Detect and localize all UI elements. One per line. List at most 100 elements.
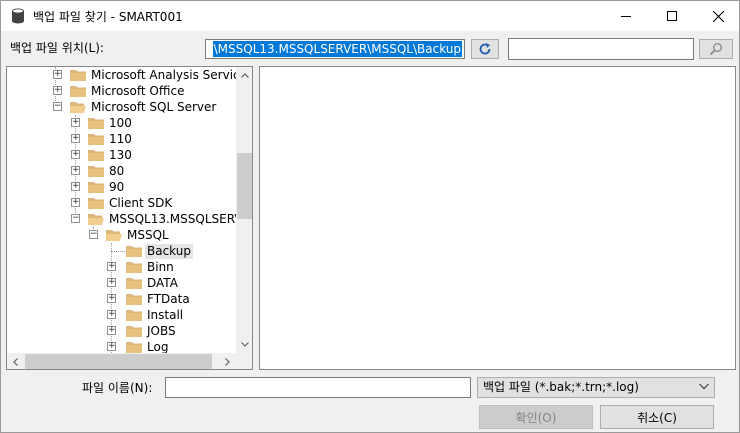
tree-item-label: 90 bbox=[109, 179, 125, 194]
refresh-button[interactable] bbox=[471, 39, 499, 59]
folder-icon bbox=[88, 166, 104, 177]
tree-item-label: MSSQL13.MSSQLSERVER bbox=[109, 211, 253, 226]
tree-item[interactable]: + 110 bbox=[71, 131, 134, 147]
tree-item[interactable]: + 80 bbox=[71, 163, 126, 179]
expand-toggle[interactable]: + bbox=[107, 278, 116, 287]
tree-item[interactable]: + Install bbox=[107, 307, 185, 323]
folder-icon bbox=[126, 246, 142, 257]
folder-tree[interactable]: + Microsoft Analysis Services + Microsof… bbox=[6, 66, 253, 370]
folder-icon bbox=[126, 262, 142, 273]
scroll-down-button[interactable] bbox=[236, 336, 252, 353]
tree-item-label: 110 bbox=[109, 131, 132, 146]
scrollbar-corner bbox=[236, 353, 252, 369]
folder-icon bbox=[126, 294, 142, 305]
tree-item-label: 130 bbox=[109, 147, 132, 162]
folder-icon bbox=[88, 134, 104, 145]
folder-open-icon bbox=[106, 230, 122, 241]
tree-connector bbox=[111, 251, 125, 252]
window-title: 백업 파일 찾기 - SMART001 bbox=[33, 10, 183, 24]
refresh-icon bbox=[479, 43, 491, 55]
tree-item[interactable]: − Microsoft SQL Server bbox=[53, 99, 218, 115]
maximize-icon bbox=[667, 11, 677, 21]
search-icon bbox=[709, 43, 722, 56]
folder-icon bbox=[88, 118, 104, 129]
tree-item[interactable]: − MSSQL13.MSSQLSERVER bbox=[71, 211, 253, 227]
tree-item-selected[interactable]: Backup bbox=[126, 243, 193, 259]
file-list[interactable] bbox=[259, 66, 736, 370]
collapse-toggle[interactable]: − bbox=[89, 230, 98, 239]
scroll-thumb[interactable] bbox=[237, 153, 252, 219]
scroll-left-button[interactable] bbox=[7, 353, 24, 369]
backup-location-value: \MSSQL13.MSSQLSERVER\MSSQL\Backup bbox=[212, 41, 462, 57]
folder-icon bbox=[126, 278, 142, 289]
folder-icon bbox=[126, 342, 142, 353]
expand-toggle[interactable]: + bbox=[53, 70, 62, 79]
tree-item-label: Microsoft Office bbox=[91, 83, 185, 98]
minimize-icon bbox=[621, 16, 631, 17]
tree-item[interactable]: + Client SDK bbox=[71, 195, 174, 211]
search-input[interactable] bbox=[508, 38, 694, 60]
expand-toggle[interactable]: + bbox=[107, 326, 116, 335]
search-button[interactable] bbox=[699, 39, 733, 59]
tree-item-label: FTData bbox=[147, 291, 190, 306]
expand-toggle[interactable]: + bbox=[107, 294, 116, 303]
expand-toggle[interactable]: + bbox=[107, 310, 116, 319]
close-button[interactable] bbox=[695, 1, 740, 31]
expand-toggle[interactable]: + bbox=[107, 342, 116, 351]
expand-toggle[interactable]: + bbox=[53, 86, 62, 95]
expand-toggle[interactable]: + bbox=[71, 198, 80, 207]
chevron-down-icon bbox=[699, 383, 709, 390]
scroll-right-button[interactable] bbox=[219, 353, 236, 369]
minimize-button[interactable] bbox=[603, 1, 649, 31]
chevron-up-icon bbox=[240, 73, 249, 78]
expand-toggle[interactable]: + bbox=[71, 118, 80, 127]
tree-item[interactable]: + 90 bbox=[71, 179, 126, 195]
database-icon bbox=[12, 8, 24, 24]
tree-item[interactable]: + Microsoft Office bbox=[53, 83, 186, 99]
expand-toggle[interactable]: + bbox=[71, 182, 80, 191]
title-bar[interactable]: 백업 파일 찾기 - SMART001 bbox=[1, 1, 739, 31]
tree-item[interactable]: + 130 bbox=[71, 147, 134, 163]
collapse-toggle[interactable]: − bbox=[71, 214, 80, 223]
scroll-up-button[interactable] bbox=[236, 67, 252, 84]
tree-item[interactable]: + DATA bbox=[107, 275, 180, 291]
backup-location-input[interactable]: \MSSQL13.MSSQLSERVER\MSSQL\Backup bbox=[205, 39, 465, 59]
chevron-left-icon bbox=[13, 357, 18, 366]
tree-vertical-scrollbar[interactable] bbox=[236, 67, 252, 353]
folder-icon bbox=[126, 326, 142, 337]
backup-location-label: 백업 파일 위치(L): bbox=[10, 41, 104, 55]
expand-toggle[interactable]: + bbox=[71, 166, 80, 175]
expand-toggle[interactable]: + bbox=[107, 262, 116, 271]
tree-item[interactable]: + JOBS bbox=[107, 323, 178, 339]
tree-horizontal-scrollbar[interactable] bbox=[7, 353, 236, 369]
tree-item-label: JOBS bbox=[147, 323, 176, 338]
file-name-label: 파일 이름(N): bbox=[82, 381, 153, 395]
expand-toggle[interactable]: + bbox=[71, 134, 80, 143]
collapse-toggle[interactable]: − bbox=[53, 102, 62, 111]
file-name-input[interactable] bbox=[165, 377, 471, 398]
file-type-value: 백업 파일 (*.bak;*.trn;*.log) bbox=[483, 380, 639, 394]
maximize-button[interactable] bbox=[649, 1, 695, 31]
ok-button[interactable]: 확인(O) bbox=[479, 405, 593, 429]
tree-item-label: DATA bbox=[147, 275, 178, 290]
tree-item[interactable]: + Microsoft Analysis Services bbox=[53, 67, 253, 83]
cancel-button[interactable]: 취소(C) bbox=[600, 405, 714, 429]
tree-item-label: Install bbox=[147, 307, 184, 322]
folder-icon bbox=[88, 198, 104, 209]
tree-item-label: Binn bbox=[147, 259, 174, 274]
tree-item-label: 80 bbox=[109, 163, 125, 178]
folder-icon bbox=[126, 310, 142, 321]
chevron-right-icon bbox=[225, 357, 230, 366]
backup-file-dialog: 백업 파일 찾기 - SMART001 백업 파일 위치(L): \MSSQL1… bbox=[0, 0, 740, 433]
folder-icon bbox=[88, 150, 104, 161]
tree-item[interactable]: + Binn bbox=[107, 259, 176, 275]
file-type-select[interactable]: 백업 파일 (*.bak;*.trn;*.log) bbox=[477, 377, 715, 398]
scroll-thumb[interactable] bbox=[25, 354, 212, 369]
tree-item-label: Backup bbox=[145, 243, 193, 259]
tree-item[interactable]: + 100 bbox=[71, 115, 134, 131]
tree-item[interactable]: + FTData bbox=[107, 291, 192, 307]
tree-item-label: Microsoft Analysis Services bbox=[91, 67, 253, 82]
tree-item[interactable]: − MSSQL bbox=[89, 227, 171, 243]
tree-item-label: Microsoft SQL Server bbox=[91, 99, 217, 114]
expand-toggle[interactable]: + bbox=[71, 150, 80, 159]
